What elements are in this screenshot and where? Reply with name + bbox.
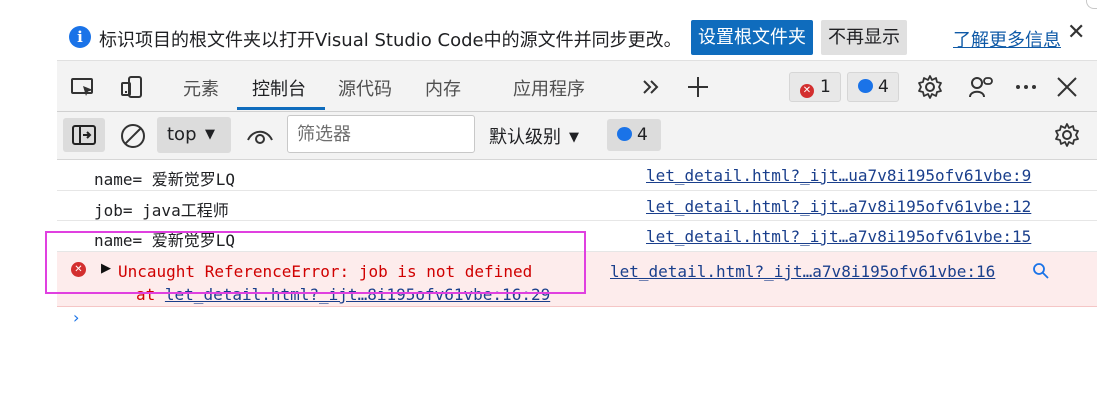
message-count-badge[interactable]: 4 bbox=[847, 72, 899, 102]
device-emulation-icon[interactable] bbox=[119, 73, 147, 101]
log-source-link[interactable]: let_detail.html?_ijt…a7v8i195ofv61vbe:12 bbox=[646, 197, 1031, 216]
log-message: name= 爱新觉罗LQ bbox=[94, 231, 236, 250]
devtools-tab-bar: 元素 控制台 源代码 内存 应用程序 ✕ 1 4 bbox=[57, 60, 1097, 112]
inspect-element-icon[interactable] bbox=[69, 73, 97, 101]
search-icon[interactable] bbox=[1032, 262, 1050, 280]
tab-memory[interactable]: 内存 bbox=[425, 75, 461, 101]
error-source-link[interactable]: let_detail.html?_ijt…a7v8i195ofv61vbe:16 bbox=[610, 262, 995, 281]
info-icon: i bbox=[69, 26, 91, 48]
expand-triangle-icon[interactable]: ▶ bbox=[101, 261, 111, 276]
console-settings-gear-icon[interactable] bbox=[1053, 121, 1081, 149]
set-root-folder-button[interactable]: 设置根文件夹 bbox=[691, 20, 813, 55]
chevron-down-icon: ▼ bbox=[569, 130, 579, 145]
log-message: job= java工程师 bbox=[94, 201, 229, 220]
error-message: Uncaught ReferenceError: job is not defi… bbox=[118, 262, 533, 281]
message-count: 4 bbox=[878, 77, 889, 97]
customize-devtools-icon[interactable] bbox=[967, 73, 995, 101]
close-devtools-icon[interactable] bbox=[1053, 73, 1081, 101]
console-row: name= 爱新觉罗LQ let_detail.html?_ijt…a7v8i1… bbox=[57, 221, 1097, 252]
page-gutter bbox=[0, 0, 57, 403]
tab-elements[interactable]: 元素 bbox=[183, 75, 219, 101]
issues-count: 4 bbox=[637, 125, 648, 145]
console-error-row: ✕ ▶ Uncaught ReferenceError: job is not … bbox=[57, 252, 1097, 307]
console-sidebar-toggle[interactable] bbox=[63, 118, 105, 152]
log-levels-label: 默认级别 bbox=[489, 127, 561, 148]
log-message: name= 爱新觉罗LQ bbox=[94, 170, 236, 189]
info-message: 标识项目的根文件夹以打开Visual Studio Code中的源文件并同步更改… bbox=[99, 30, 682, 51]
tab-application[interactable]: 应用程序 bbox=[513, 75, 585, 101]
log-levels-dropdown[interactable]: 默认级别 ▼ bbox=[489, 123, 579, 149]
message-icon bbox=[617, 127, 632, 141]
context-selector[interactable]: top ▼ bbox=[157, 117, 231, 153]
tab-sources[interactable]: 源代码 bbox=[338, 75, 392, 101]
active-tab-indicator bbox=[237, 107, 325, 110]
window-edge bbox=[1086, 0, 1097, 9]
add-tab-plus-icon[interactable] bbox=[684, 73, 712, 101]
info-bar: i 标识项目的根文件夹以打开Visual Studio Code中的源文件并同步… bbox=[57, 14, 1097, 60]
console-row: name= 爱新觉罗LQ let_detail.html?_ijt…ua7v8i… bbox=[57, 160, 1097, 191]
tab-console[interactable]: 控制台 bbox=[252, 75, 306, 101]
stack-trace-line: at let_detail.html?_ijt…8i195ofv61vbe:16… bbox=[136, 285, 550, 304]
message-icon bbox=[858, 79, 873, 93]
live-expression-eye-icon[interactable] bbox=[246, 124, 274, 148]
console-row: job= java工程师 let_detail.html?_ijt…a7v8i1… bbox=[57, 191, 1097, 221]
error-icon: ✕ bbox=[800, 84, 814, 98]
learn-more-link[interactable]: 了解更多信息 bbox=[953, 26, 1061, 52]
chevron-down-icon: ▼ bbox=[205, 127, 215, 142]
error-count-badge[interactable]: ✕ 1 bbox=[789, 72, 841, 102]
more-options-icon[interactable] bbox=[1012, 73, 1040, 101]
issues-message-badge[interactable]: 4 bbox=[607, 119, 661, 151]
filter-input[interactable] bbox=[287, 115, 475, 153]
sidebar-icon bbox=[72, 125, 96, 145]
error-icon: ✕ bbox=[71, 262, 86, 277]
settings-gear-icon[interactable] bbox=[916, 73, 944, 101]
log-source-link[interactable]: let_detail.html?_ijt…a7v8i195ofv61vbe:15 bbox=[646, 227, 1031, 246]
console-toolbar: top ▼ 默认级别 ▼ 4 bbox=[57, 112, 1097, 160]
context-value: top bbox=[167, 124, 197, 145]
window-top-strip bbox=[0, 0, 1097, 14]
stack-trace-link[interactable]: let_detail.html?_ijt…8i195ofv61vbe:16:29 bbox=[165, 285, 550, 304]
stack-at-prefix: at bbox=[136, 285, 165, 304]
more-tabs-chevron-icon[interactable] bbox=[637, 73, 665, 101]
console-output: name= 爱新觉罗LQ let_detail.html?_ijt…ua7v8i… bbox=[57, 160, 1097, 403]
log-source-link[interactable]: let_detail.html?_ijt…ua7v8i195ofv61vbe:9 bbox=[646, 166, 1031, 185]
error-count: 1 bbox=[820, 77, 831, 97]
clear-console-icon[interactable] bbox=[119, 122, 147, 150]
dont-show-again-button[interactable]: 不再显示 bbox=[821, 20, 907, 55]
console-prompt-chevron-icon[interactable]: › bbox=[73, 308, 79, 327]
close-infobar-icon[interactable]: ✕ bbox=[1067, 20, 1085, 45]
